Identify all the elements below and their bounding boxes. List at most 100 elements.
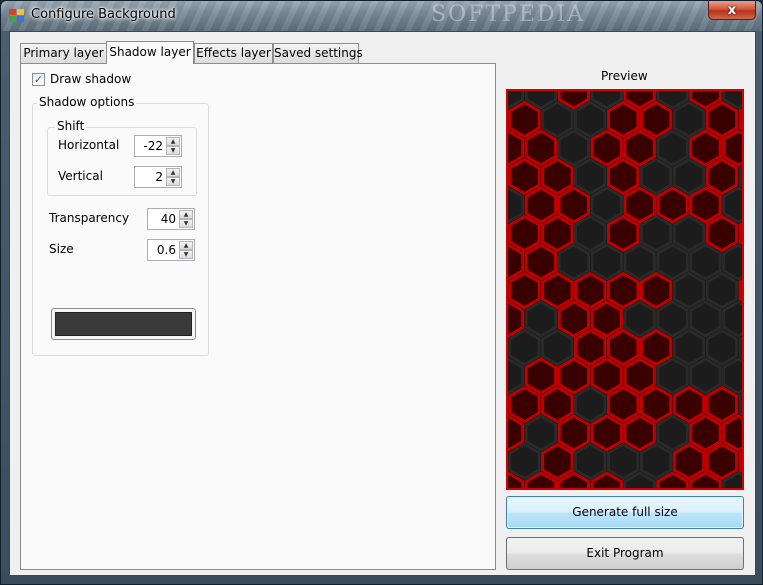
hexagon-tile xyxy=(508,385,541,424)
hexagon-tile xyxy=(607,271,640,310)
hexagon-tile xyxy=(524,243,558,281)
spin-down-icon[interactable]: ▼ xyxy=(166,146,180,155)
transparency-spinner[interactable]: 40 ▲ ▼ xyxy=(147,208,195,230)
horizontal-spinner[interactable]: -22 ▲ ▼ xyxy=(134,135,182,157)
hexagon-tile xyxy=(623,243,656,281)
hexagon-tile xyxy=(689,186,722,224)
hexagon-tile xyxy=(607,442,640,481)
tab-saved-settings[interactable]: Saved settings xyxy=(273,43,363,63)
hexagon-tile xyxy=(705,328,739,367)
hexagon-tile xyxy=(524,414,558,452)
hexagon-tile xyxy=(508,357,525,395)
hexagon-tile xyxy=(639,271,673,310)
hexagon-tile xyxy=(705,214,739,253)
hexagon-tile xyxy=(705,100,739,139)
hexagon-tile xyxy=(557,300,590,338)
hexagon-tile xyxy=(508,271,541,310)
hexagon-tile xyxy=(672,271,706,310)
tab-effects-layer[interactable]: Effects layer xyxy=(194,43,273,63)
title-bar[interactable]: Configure Background SOFTPEDIA x xyxy=(1,1,762,31)
close-icon: x xyxy=(727,2,737,18)
hexagon-tile xyxy=(590,129,623,167)
hexagon-tile xyxy=(672,214,706,253)
vertical-value[interactable]: 2 xyxy=(135,167,165,187)
hexagon-pattern xyxy=(508,91,742,488)
hexagon-tile xyxy=(607,157,640,196)
spin-down-icon[interactable]: ▼ xyxy=(179,219,193,228)
hexagon-tile xyxy=(590,414,623,452)
vertical-spinner[interactable]: 2 ▲ ▼ xyxy=(134,166,182,188)
draw-shadow-checkbox[interactable]: ✓ xyxy=(32,73,45,86)
hexagon-tile xyxy=(639,214,673,253)
app-window: Configure Background SOFTPEDIA x Primary… xyxy=(0,0,763,585)
hexagon-tile xyxy=(541,157,574,196)
horizontal-value[interactable]: -22 xyxy=(135,136,165,156)
hexagon-tile xyxy=(722,243,742,281)
size-spinner[interactable]: 0.6 ▲ ▼ xyxy=(147,239,195,261)
hexagon-tile xyxy=(705,271,739,310)
hexagon-tile xyxy=(590,186,623,224)
spin-down-icon[interactable]: ▼ xyxy=(166,177,180,186)
hexagon-tile xyxy=(639,385,673,424)
hexagon-tile xyxy=(508,214,541,253)
vertical-label: Vertical xyxy=(58,169,103,183)
generate-full-size-button[interactable]: Generate full size xyxy=(506,496,744,529)
hexagon-tile xyxy=(508,442,541,481)
hexagon-tile xyxy=(508,328,541,367)
hexagon-tile xyxy=(672,157,706,196)
tab-shadow-layer[interactable]: Shadow layer xyxy=(106,41,194,64)
hexagon-tile xyxy=(623,300,656,338)
hexagon-tile xyxy=(508,157,541,196)
draw-shadow-label: Draw shadow xyxy=(50,72,132,86)
transparency-value[interactable]: 40 xyxy=(148,209,178,229)
checkmark-icon: ✓ xyxy=(33,73,44,86)
hexagon-tile xyxy=(508,414,525,452)
window-title: Configure Background xyxy=(31,7,176,22)
hexagon-tile xyxy=(524,186,558,224)
hexagon-tile xyxy=(705,385,739,424)
hexagon-tile xyxy=(574,214,607,253)
hexagon-tile xyxy=(508,100,541,139)
window-client-area: Primary layer Shadow layer Effects layer… xyxy=(9,31,756,576)
hexagon-tile xyxy=(722,129,742,167)
hexagon-tile xyxy=(623,414,656,452)
size-value[interactable]: 0.6 xyxy=(148,240,178,260)
spin-up-icon[interactable]: ▲ xyxy=(179,210,193,219)
hexagon-tile xyxy=(639,442,673,481)
hexagon-tile xyxy=(541,214,574,253)
spin-down-icon[interactable]: ▼ xyxy=(179,250,193,259)
hexagon-tile xyxy=(689,357,722,395)
tab-primary-layer[interactable]: Primary layer xyxy=(20,43,107,63)
spin-up-icon[interactable]: ▲ xyxy=(166,168,180,177)
shadow-color-button[interactable] xyxy=(51,308,196,340)
hexagon-tile xyxy=(508,300,525,338)
hexagon-tile xyxy=(722,414,742,452)
hexagon-tile xyxy=(541,385,574,424)
hexagon-tile xyxy=(623,129,656,167)
hexagon-tile xyxy=(590,300,623,338)
hexagon-tile xyxy=(656,129,689,167)
hexagon-tile xyxy=(607,100,640,139)
hexagon-tile xyxy=(722,300,742,338)
hexagon-tile xyxy=(672,328,706,367)
hexagon-tile xyxy=(689,300,722,338)
hexagon-tile xyxy=(607,328,640,367)
hexagon-tile xyxy=(689,129,722,167)
shadow-options-label: Shadow options xyxy=(37,95,137,109)
hexagon-tile xyxy=(541,328,574,367)
spin-up-icon[interactable]: ▲ xyxy=(179,241,193,250)
exit-program-button[interactable]: Exit Program xyxy=(506,537,744,570)
close-button[interactable]: x xyxy=(708,1,756,20)
hexagon-tile xyxy=(689,243,722,281)
hexagon-tile xyxy=(574,442,607,481)
softpedia-watermark: SOFTPEDIA xyxy=(431,2,586,27)
hexagon-tile xyxy=(689,414,722,452)
hexagon-tile xyxy=(508,243,525,281)
shadow-layer-panel: ✓ Draw shadow Shadow options Shift Horiz… xyxy=(20,63,496,570)
hexagon-tile xyxy=(656,186,689,224)
spin-up-icon[interactable]: ▲ xyxy=(166,137,180,146)
hexagon-tile xyxy=(508,186,525,224)
preview-image xyxy=(506,89,744,490)
hexagon-tile xyxy=(722,186,742,224)
app-icon xyxy=(9,9,25,23)
